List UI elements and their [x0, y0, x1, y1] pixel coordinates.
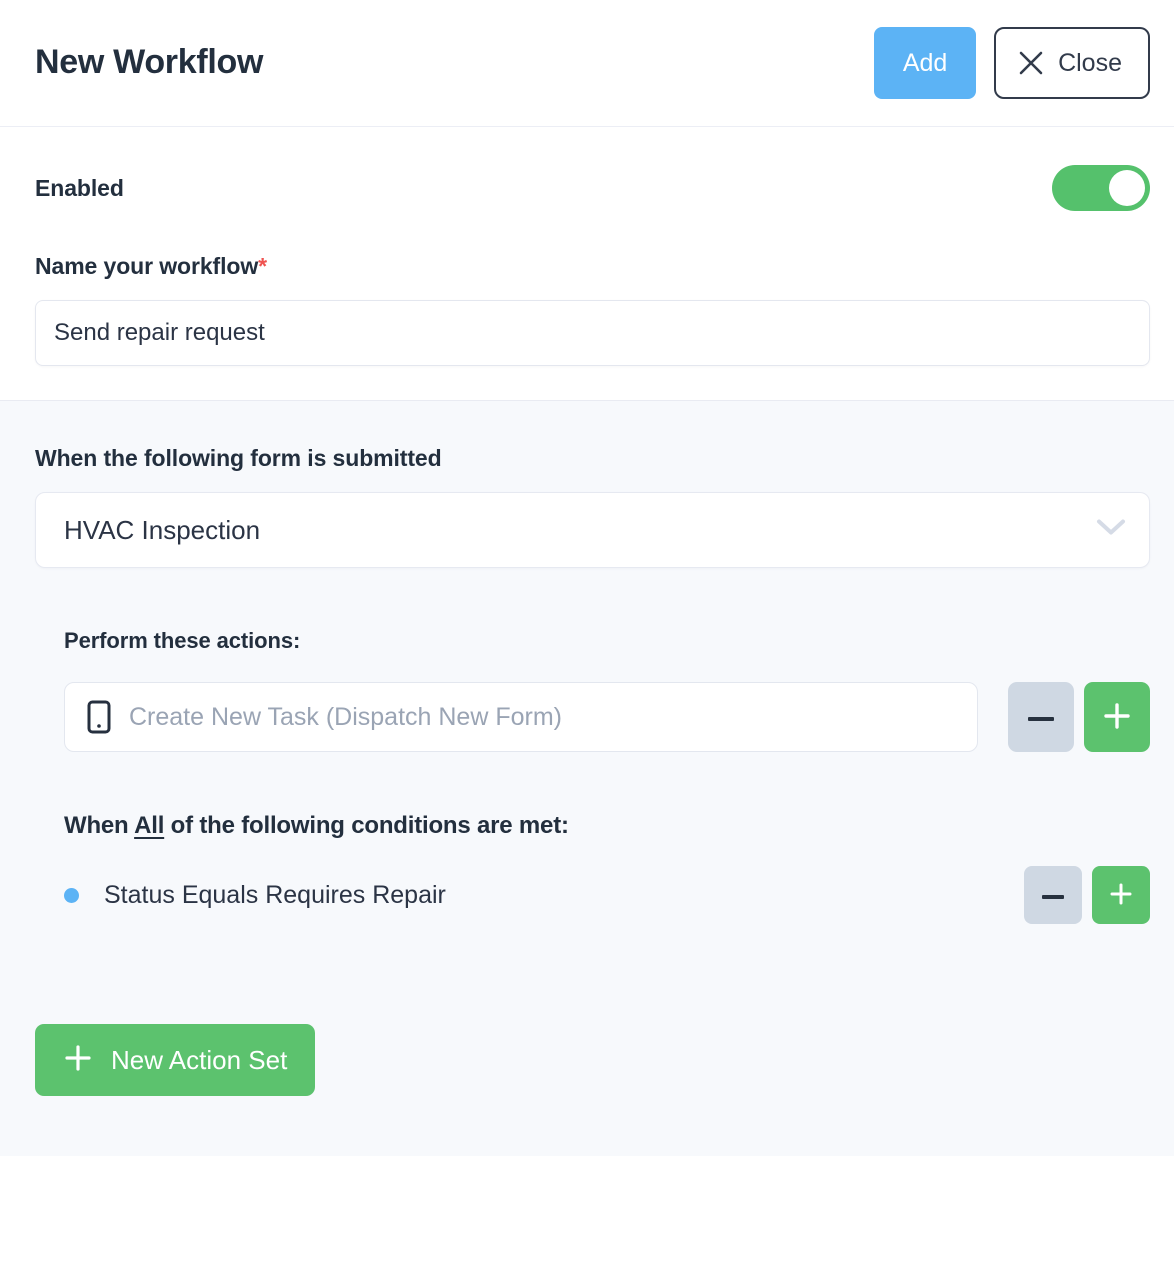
enabled-toggle[interactable]: [1052, 165, 1150, 211]
conditions-heading-suffix: of the following conditions are met:: [164, 812, 569, 839]
plus-icon: [63, 1043, 93, 1077]
panel-header: New Workflow Add Close: [0, 0, 1174, 127]
plus-icon: [1103, 702, 1131, 733]
add-action-button[interactable]: [1084, 682, 1150, 752]
close-button[interactable]: Close: [994, 27, 1150, 99]
trigger-form-selected-value: HVAC Inspection: [64, 515, 260, 546]
action-set-block: Perform these actions: Create New Task (…: [35, 628, 1150, 924]
add-condition-button[interactable]: [1092, 866, 1150, 924]
workflow-basics-section: Enabled Name your workflow*: [0, 127, 1174, 401]
plus-icon: [1109, 882, 1133, 909]
conditions-heading: When All of the following conditions are…: [64, 812, 1150, 840]
workflow-name-label-text: Name your workflow: [35, 253, 258, 279]
toggle-knob: [1109, 170, 1145, 206]
workflow-name-input[interactable]: [35, 300, 1150, 366]
page-title: New Workflow: [35, 44, 874, 81]
perform-actions-heading: Perform these actions:: [64, 628, 1150, 654]
new-workflow-panel: New Workflow Add Close Enabled Name your…: [0, 0, 1174, 1286]
enabled-label: Enabled: [35, 175, 124, 202]
remove-condition-button[interactable]: [1024, 866, 1082, 924]
remove-action-button[interactable]: [1008, 682, 1074, 752]
conditions-match-mode-link[interactable]: All: [134, 812, 164, 839]
action-placeholder-text: Create New Task (Dispatch New Form): [129, 703, 562, 732]
required-asterisk: *: [258, 253, 267, 279]
bullet-icon: [64, 888, 79, 903]
header-actions: Add Close: [874, 27, 1150, 99]
condition-row: Status Equals Requires Repair: [64, 866, 1150, 924]
new-action-set-label: New Action Set: [111, 1047, 287, 1073]
condition-text[interactable]: Status Equals Requires Repair: [104, 881, 1024, 910]
close-button-label: Close: [1058, 51, 1122, 76]
workflow-logic-section: When the following form is submitted HVA…: [0, 401, 1174, 1156]
conditions-heading-prefix: When: [64, 812, 134, 839]
close-x-icon: [1018, 50, 1044, 76]
trigger-label: When the following form is submitted: [35, 445, 1150, 472]
action-row: Create New Task (Dispatch New Form): [64, 682, 1150, 752]
mobile-device-icon: [87, 700, 111, 734]
minus-icon: [1028, 710, 1054, 725]
add-button[interactable]: Add: [874, 27, 976, 99]
trigger-form-select[interactable]: HVAC Inspection: [35, 492, 1150, 568]
minus-icon: [1042, 888, 1064, 903]
action-select[interactable]: Create New Task (Dispatch New Form): [64, 682, 978, 752]
enabled-row: Enabled: [35, 165, 1150, 211]
workflow-name-label: Name your workflow*: [35, 253, 1150, 280]
trigger-form-select-wrap: HVAC Inspection: [35, 492, 1150, 568]
new-action-set-button[interactable]: New Action Set: [35, 1024, 315, 1096]
